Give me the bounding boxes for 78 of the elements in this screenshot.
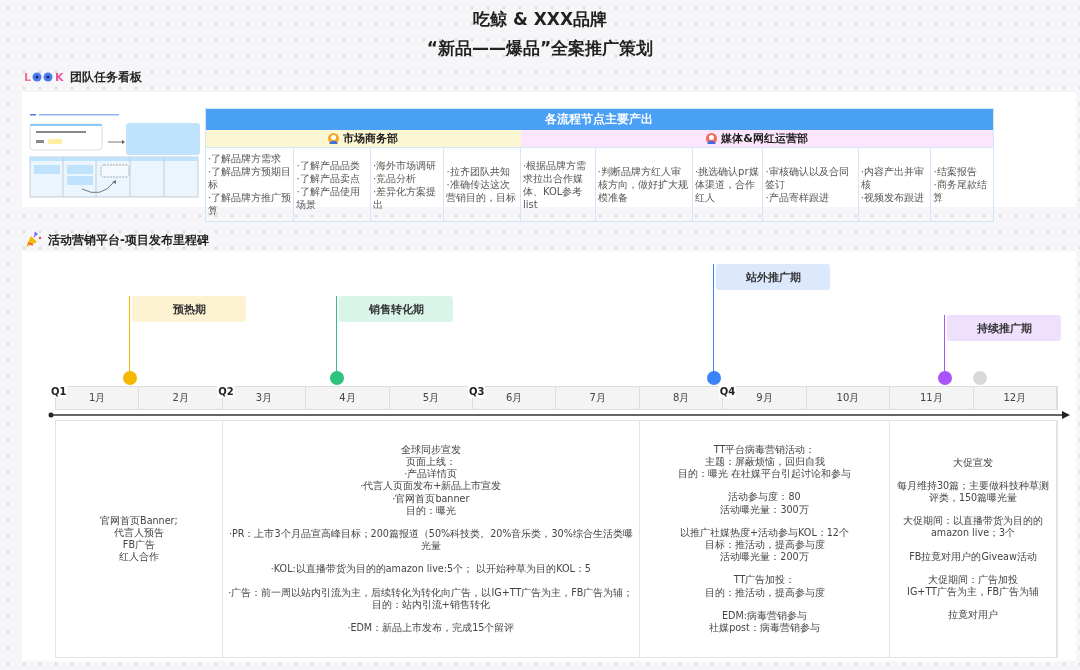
department-name: 市场商务部 bbox=[343, 131, 399, 146]
phase-text: 以推广社媒热度+活动参与KOL：12个 bbox=[680, 526, 849, 539]
logo-letter: L bbox=[24, 70, 31, 84]
month-label: 7月 bbox=[556, 387, 640, 409]
list-item: ·产品寄样跟进 bbox=[765, 191, 830, 204]
table-header: 各流程节点主要产出 bbox=[206, 109, 993, 130]
avatar-icon bbox=[328, 133, 340, 144]
party-popper-icon bbox=[24, 231, 42, 249]
list-item: ·视频发布跟进 bbox=[860, 191, 926, 204]
phase-text: ·PR：上市3个月品宣高峰目标；200篇报道（50%科技类。20%音乐类，30%综合生活类曝光量 bbox=[227, 528, 634, 553]
phase-text: 代言人预告 bbox=[112, 526, 165, 539]
phase-text: EDM:病毒营销参与 bbox=[721, 609, 808, 622]
eyes-icon bbox=[32, 72, 54, 82]
list-item: ·差异化方案提出 bbox=[372, 184, 438, 211]
list-item: ·海外市场调研 bbox=[372, 158, 438, 172]
list-item: ·了解产品使用场景 bbox=[296, 184, 361, 211]
phase-text: 目的：站内引流+销售转化 bbox=[370, 598, 491, 611]
list-item: ·了解品牌方需求 bbox=[208, 152, 283, 165]
phase-text: FB广告 bbox=[121, 539, 156, 552]
phase-text: 活动参与度：80 bbox=[727, 491, 802, 504]
phase-text: ·EDM：新品上市发布，完成15个留评 bbox=[347, 621, 515, 635]
list-item: ·了解产品卖点 bbox=[296, 171, 361, 185]
phase-text: 活动曝光量：300万 bbox=[720, 503, 809, 516]
phase-text: 目的：推活动，提高参与度 bbox=[704, 586, 825, 599]
section-title: 活动营销平台-项目发布里程碑 bbox=[48, 231, 209, 249]
list-item: ·商务尾款结算 bbox=[933, 178, 988, 204]
phase-text: TT平台病毒营销活动： bbox=[712, 443, 817, 456]
list-item: ·结案报告 bbox=[933, 165, 978, 178]
section-title: 团队任务看板 bbox=[69, 68, 142, 86]
phase-text: 主题：屏蔽烦恼，回归自我 bbox=[703, 456, 826, 468]
phase-text: ·代言人页面发布+新品上市宣发 bbox=[360, 480, 502, 493]
phase-text: ·产品详情页 bbox=[403, 468, 459, 480]
list-item: ·准确传达这次营销目的，目标 bbox=[446, 178, 518, 204]
page-subtitle: “新品——爆品”全案推广策划 bbox=[426, 37, 654, 60]
phase-text: 大促期间：广告加投 bbox=[927, 573, 1020, 586]
list-item: ·竞品分析 bbox=[372, 171, 418, 185]
phase-text: ·官网首页banner bbox=[391, 492, 471, 505]
phase-flag: 销售转化期 bbox=[339, 296, 453, 322]
phase-text: FB拉竟对用户的Giveaw活动 bbox=[909, 550, 1037, 563]
phase-text: IG+TT广告为主，FB广告为辅 bbox=[907, 585, 1040, 599]
month-label: 4月 bbox=[306, 387, 390, 409]
department-name: 媒体&网红运营部 bbox=[721, 131, 808, 146]
quarter-label: Q1 bbox=[50, 386, 68, 398]
phase-flag: 站外推广期 bbox=[716, 264, 830, 290]
list-item: ·判断品牌方红人审核方向，做好扩大规模准备 bbox=[597, 165, 689, 204]
phase-text: ·广告：前一周以站内引流为主，后续转化为转化向广告，以IG+TT广告为主，FB广告为辅； bbox=[228, 586, 634, 599]
phase-flag: 预热期 bbox=[132, 296, 246, 322]
month-label: 12月 bbox=[973, 387, 1057, 409]
phase-text: 大促期间：以直播带货为目的的amazon live；3个 bbox=[902, 515, 1045, 540]
phase-text: 活动曝光量：200万 bbox=[719, 551, 810, 564]
phase-text: 目标：推活动，提高参与度 bbox=[703, 539, 826, 552]
phase-text: TT广告加投： bbox=[732, 574, 797, 587]
logo-letter: K bbox=[55, 70, 64, 84]
list-item: ·内容产出并审核 bbox=[860, 165, 926, 191]
phase-text: 社媒post：病毒营销参与 bbox=[709, 621, 820, 635]
list-item: ·挑选确认pr媒体渠道，合作红人 bbox=[694, 165, 760, 204]
list-item: ·了解品牌方预期目标 bbox=[208, 165, 292, 191]
phase-flag: 持续推广期 bbox=[947, 315, 1061, 341]
phase-text: 红人合作 bbox=[117, 551, 160, 564]
phase-text: 目的：曝光 bbox=[404, 504, 457, 517]
list-item: ·了解品牌方推广预算 bbox=[208, 191, 292, 217]
list-item: ·审核确认以及合同签订 bbox=[765, 165, 850, 191]
phase-text: 页面上线： bbox=[404, 456, 457, 468]
list-item: ·根据品牌方需求拉出合作媒体、KOL参考list bbox=[523, 158, 588, 211]
list-item: ·了解产品品类 bbox=[296, 158, 361, 172]
phase-text: 目的：曝光 在社媒平台引起讨论和参与 bbox=[678, 468, 852, 481]
page-title: 吃鲸 & XXX品牌 bbox=[473, 8, 607, 31]
list-item: ·拉齐团队共知 bbox=[446, 165, 511, 178]
phase-text: 全球同步宣发 bbox=[399, 443, 462, 457]
phase-text: 每月维持30篇；主要做科技种草测评类，150篇曝光量 bbox=[895, 479, 1051, 505]
month-label: 10月 bbox=[806, 387, 891, 409]
phase-text: 官网首页Banner; bbox=[100, 514, 178, 527]
avatar-icon bbox=[706, 133, 718, 144]
phase-text: 拉竟对用户 bbox=[948, 609, 999, 622]
month-label: 11月 bbox=[890, 387, 974, 409]
quarter-label: Q2 bbox=[217, 386, 235, 398]
phase-text: ·KOL:以直播带货为目的的amazon live:5个； 以开始种草为目的KOL：5 bbox=[270, 563, 591, 576]
phase-text: 大促宣发 bbox=[953, 456, 994, 469]
